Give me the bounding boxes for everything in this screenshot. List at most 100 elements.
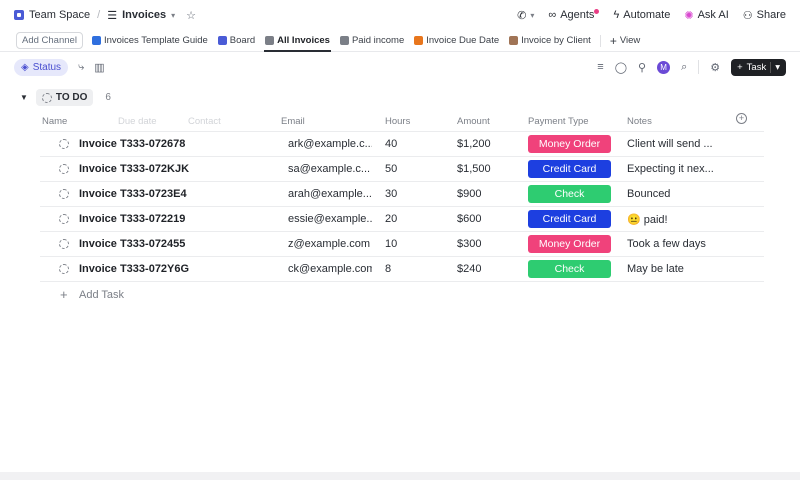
- email-cell[interactable]: arah@example....: [288, 188, 372, 200]
- column-header-due-date[interactable]: Due date: [118, 116, 157, 127]
- column-header-notes[interactable]: Notes: [627, 116, 652, 127]
- task-name[interactable]: Invoice T333-072KJK: [79, 163, 189, 175]
- table-icon: [509, 36, 519, 45]
- amount-cell[interactable]: $240: [457, 263, 481, 275]
- hours-cell[interactable]: 50: [385, 163, 397, 175]
- call-icon[interactable]: ✆ ▾: [517, 9, 534, 22]
- table-row[interactable]: Invoice T333-072219 essie@example... 20 $60…: [40, 207, 764, 232]
- tab-label: Invoice by Client: [521, 35, 591, 46]
- breadcrumb-list[interactable]: Invoices: [122, 9, 166, 21]
- add-task-row[interactable]: + Add Task: [40, 282, 764, 307]
- amount-cell[interactable]: $1,200: [457, 138, 491, 150]
- bottom-scroll-area: [0, 472, 800, 480]
- notes-cell[interactable]: Bounced: [627, 188, 722, 200]
- table-row[interactable]: Invoice T333-072KJK sa@example.c... 50 $1,5…: [40, 157, 764, 182]
- tab-label: Invoice Due Date: [426, 35, 500, 46]
- status-badge[interactable]: TO DO: [35, 89, 94, 106]
- payment-type-badge[interactable]: Credit Card: [528, 210, 611, 228]
- tab-invoices-template-guide[interactable]: Invoices Template Guide: [91, 30, 209, 52]
- table-row[interactable]: Invoice T333-072455 z@example.com 10 $300 Mo…: [40, 232, 764, 257]
- table-row[interactable]: Invoice T333-072Y6G ck@example.com 8 $240 Ch…: [40, 257, 764, 282]
- chevron-down-icon[interactable]: ▾: [171, 11, 175, 20]
- email-cell[interactable]: sa@example.c...: [288, 163, 372, 175]
- agents-icon: ∞: [548, 9, 557, 21]
- task-name[interactable]: Invoice T333-072219: [79, 213, 185, 225]
- notes-cell[interactable]: 😐 paid!: [627, 213, 722, 226]
- hours-cell[interactable]: 10: [385, 238, 397, 250]
- status-circle-icon[interactable]: [59, 139, 69, 149]
- hours-cell[interactable]: 40: [385, 138, 397, 150]
- payment-type-badge[interactable]: Check: [528, 260, 611, 278]
- notes-cell[interactable]: Took a few days: [627, 238, 722, 250]
- status-circle-icon[interactable]: [59, 264, 69, 274]
- task-name[interactable]: Invoice T333-0723E4: [79, 188, 187, 200]
- board-icon: [217, 36, 227, 45]
- add-task-button[interactable]: + Task ▾: [731, 58, 786, 76]
- tab-label: Invoices Template Guide: [103, 35, 208, 46]
- task-count: 6: [105, 92, 111, 103]
- breadcrumb-space[interactable]: Team Space: [29, 9, 90, 21]
- table-row[interactable]: Invoice T333-0723E4 arah@example.... 30 $90…: [40, 182, 764, 207]
- task-button-label: Task: [746, 61, 767, 73]
- amount-cell[interactable]: $1,500: [457, 163, 491, 175]
- search-icon[interactable]: ⌕: [681, 61, 687, 74]
- add-channel-button[interactable]: Add Channel: [16, 32, 83, 49]
- column-header-hours[interactable]: Hours: [385, 116, 410, 127]
- avatar[interactable]: M: [657, 60, 671, 74]
- assignee-icon[interactable]: ⚲: [638, 61, 646, 74]
- payment-type-badge[interactable]: Money Order: [528, 135, 611, 153]
- status-circle-icon[interactable]: [59, 164, 69, 174]
- column-header-payment-type[interactable]: Payment Type: [528, 116, 589, 127]
- tab-invoice-due-date[interactable]: Invoice Due Date: [413, 30, 500, 52]
- tab-paid-income[interactable]: Paid income: [339, 30, 405, 52]
- agents-button[interactable]: ∞ Agents: [548, 8, 600, 21]
- task-name[interactable]: Invoice T333-072678: [79, 138, 185, 150]
- column-header-name[interactable]: Name: [42, 116, 67, 127]
- payment-type-badge[interactable]: Check: [528, 185, 611, 203]
- add-view-button[interactable]: + View: [609, 30, 641, 52]
- amount-cell[interactable]: $600: [457, 213, 481, 225]
- task-name[interactable]: Invoice T333-072455: [79, 238, 185, 250]
- tab-all-invoices[interactable]: All Invoices: [264, 30, 331, 52]
- email-cell[interactable]: z@example.com: [288, 238, 372, 250]
- gear-icon[interactable]: ⚙: [710, 61, 720, 74]
- tab-invoice-by-client[interactable]: Invoice by Client: [508, 30, 592, 52]
- column-header-amount[interactable]: Amount: [457, 116, 490, 127]
- email-cell[interactable]: ck@example.com: [288, 263, 372, 275]
- hours-cell[interactable]: 8: [385, 263, 391, 275]
- collapse-caret-icon[interactable]: ▼: [20, 93, 28, 102]
- group-by-status-button[interactable]: ◈ Status: [14, 58, 69, 76]
- hours-cell[interactable]: 20: [385, 213, 397, 225]
- subtasks-icon[interactable]: ⤷: [78, 61, 84, 74]
- email-cell[interactable]: ark@example.c...: [288, 138, 372, 150]
- status-circle-icon[interactable]: [59, 239, 69, 249]
- filter-bar: ◈ Status ⤷ ▥ ≡ ◯ ⚲ M ⌕ ⚙ + Task ▾: [0, 52, 800, 82]
- notes-cell[interactable]: May be late: [627, 263, 722, 275]
- columns-icon[interactable]: ▥: [94, 61, 104, 74]
- share-button[interactable]: ⚇ Share: [743, 9, 786, 22]
- task-name[interactable]: Invoice T333-072Y6G: [79, 263, 189, 275]
- status-circle-icon[interactable]: [59, 214, 69, 224]
- amount-cell[interactable]: $900: [457, 188, 481, 200]
- email-cell[interactable]: essie@example...: [288, 213, 372, 225]
- table-row[interactable]: Invoice T333-072678 ark@example.c... 40 $1,…: [40, 132, 764, 157]
- chevron-down-icon[interactable]: ▾: [770, 61, 780, 73]
- status-label: Status: [32, 61, 62, 73]
- tab-board[interactable]: Board: [217, 30, 256, 52]
- star-icon[interactable]: ☆: [186, 9, 196, 22]
- automate-button[interactable]: ϟ Automate: [613, 9, 670, 21]
- hours-cell[interactable]: 30: [385, 188, 397, 200]
- notes-cell[interactable]: Expecting it nex...: [627, 163, 722, 175]
- payment-type-badge[interactable]: Money Order: [528, 235, 611, 253]
- tab-label: All Invoices: [277, 35, 330, 46]
- status-circle-icon[interactable]: [59, 189, 69, 199]
- add-column-icon[interactable]: +: [736, 113, 747, 124]
- ask-ai-button[interactable]: ✺ Ask AI: [684, 9, 728, 22]
- amount-cell[interactable]: $300: [457, 238, 481, 250]
- payment-type-badge[interactable]: Credit Card: [528, 160, 611, 178]
- column-header-email[interactable]: Email: [281, 116, 305, 127]
- filter-icon[interactable]: ≡: [597, 61, 603, 73]
- column-header-contact[interactable]: Contact: [188, 116, 221, 127]
- check-circle-icon[interactable]: ◯: [615, 61, 627, 74]
- notes-cell[interactable]: Client will send ...: [627, 138, 722, 150]
